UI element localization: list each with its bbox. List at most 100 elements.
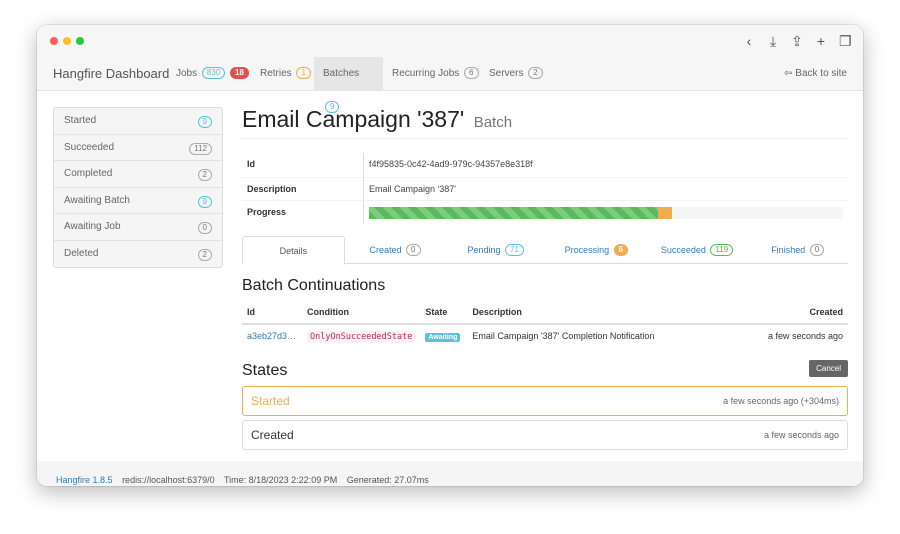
nav-jobs[interactable]: Jobs 830 18 — [167, 57, 258, 91]
title-bar: ‹ ⤓ ⇪ + ❐ — [37, 25, 863, 57]
tab-created[interactable]: Created 0 — [345, 236, 446, 263]
sidebar-item-label: Deleted — [64, 247, 99, 259]
sidebar-count-badge: 2 — [197, 248, 212, 261]
sidebar-item-deleted[interactable]: Deleted 2 — [54, 241, 222, 268]
tab-label: Succeeded — [660, 244, 706, 255]
generated-time: Generated: 27.07ms — [346, 475, 429, 485]
close-window-button[interactable] — [50, 37, 58, 45]
cancel-button[interactable]: Cancel — [809, 359, 848, 377]
progress-cell — [363, 201, 848, 224]
property-row: Progress — [242, 200, 848, 224]
column-header: Id — [242, 300, 302, 325]
sign-out-icon: ⇦ — [784, 68, 793, 79]
table-header-row: Id Condition State Description Created — [242, 300, 848, 325]
servers-count-badge: 2 — [528, 67, 543, 79]
states-heading: States — [242, 361, 288, 379]
continuation-created: a few seconds ago — [767, 331, 843, 341]
zoom-window-button[interactable] — [76, 37, 84, 45]
batch-properties: Id f4f95835-0c42-4ad9-979c-94357e8e318f … — [242, 153, 848, 224]
nav-recurring-jobs[interactable]: Recurring Jobs 6 — [383, 57, 488, 91]
state-time: a few seconds ago — [763, 429, 839, 440]
back-to-site-label: Back to site — [795, 68, 847, 79]
back-to-site-link[interactable]: ⇦ Back to site — [784, 57, 847, 91]
storage-info: redis://localhost:6379/0 — [122, 475, 215, 485]
sidebar-item-label: Started — [64, 115, 97, 126]
nav-batches[interactable]: Batches 9 — [314, 57, 383, 113]
batch-subtitle: Batch — [473, 114, 513, 131]
sidebar-count-badge: 2 — [197, 169, 212, 181]
property-key: Id — [247, 159, 255, 169]
recurring-count-badge: 6 — [464, 67, 479, 79]
state-name: Started — [251, 393, 290, 408]
jobs-count-badge: 830 — [201, 67, 226, 79]
state-card-created: Created a few seconds ago — [242, 419, 848, 450]
nav-retries[interactable]: Retries 1 — [251, 57, 320, 91]
tab-pending[interactable]: Pending 71 — [445, 236, 546, 263]
batch-state-sidebar: Started 9 Succeeded 112 Completed 2 Awai… — [53, 107, 223, 268]
sidebar-count-badge: 9 — [197, 116, 212, 128]
sidebar-item-label: Awaiting Job — [64, 221, 121, 232]
state-card-started: Started a few seconds ago (+304ms) — [242, 385, 848, 416]
property-key: Progress — [247, 207, 287, 217]
tab-details[interactable]: Details — [242, 235, 345, 265]
sidebar-item-label: Completed — [64, 168, 113, 179]
progress-bar — [369, 207, 843, 219]
tab-processing[interactable]: Processing 6 — [546, 236, 647, 263]
progress-succeeded-segment — [369, 207, 658, 219]
nav-servers-label: Servers — [489, 68, 524, 79]
back-arrow-icon[interactable]: ‹ — [743, 32, 755, 50]
sidebar-count-badge: 9 — [197, 195, 212, 208]
sidebar-item-completed[interactable]: Completed 2 — [54, 161, 222, 188]
tab-label: Pending — [467, 244, 501, 255]
tab-count-badge: 71 — [505, 243, 524, 256]
nav-servers[interactable]: Servers 2 — [480, 57, 552, 91]
tab-count-badge: 6 — [613, 243, 629, 256]
batch-id-value: f4f95835-0c42-4ad9-979c-94357e8e318f — [363, 153, 848, 177]
batch-title: Email Campaign '387' — [242, 106, 465, 132]
sidebar-item-succeeded[interactable]: Succeeded 112 — [54, 135, 222, 161]
tab-finished[interactable]: Finished 0 — [747, 236, 848, 263]
property-key: Description — [247, 183, 297, 194]
server-time: Time: 8/18/2023 2:22:09 PM — [223, 475, 338, 485]
continuations-table: Id Condition State Description Created a… — [242, 300, 848, 348]
minimize-window-button[interactable] — [63, 37, 71, 45]
sidebar-count-badge: 0 — [197, 222, 212, 234]
tabs-overview-icon[interactable]: ❐ — [839, 32, 852, 50]
property-row: Id f4f95835-0c42-4ad9-979c-94357e8e318f — [242, 153, 848, 177]
sidebar-item-awaiting-batch[interactable]: Awaiting Batch 9 — [54, 188, 222, 214]
continuation-id-link[interactable]: a3eb27d3… — [247, 331, 296, 341]
column-header: Created — [731, 300, 848, 325]
tab-label: Processing — [564, 244, 610, 255]
column-header: Condition — [302, 300, 421, 325]
version-link[interactable]: Hangfire 1.8.5 — [56, 475, 113, 485]
column-header: Description — [467, 300, 732, 325]
state-name: Created — [251, 427, 294, 442]
new-tab-icon[interactable]: + — [815, 32, 827, 50]
batch-description-value: Email Campaign '387' — [363, 177, 848, 200]
footer: Hangfire 1.8.5 redis://localhost:6379/0 … — [37, 461, 863, 486]
nav-jobs-label: Jobs — [176, 68, 198, 79]
share-icon[interactable]: ⇪ — [791, 32, 803, 50]
brand[interactable]: Hangfire Dashboard — [53, 66, 169, 81]
property-row: Description Email Campaign '387' — [242, 176, 848, 200]
sidebar-item-awaiting-job[interactable]: Awaiting Job 0 — [54, 214, 222, 241]
continuations-heading: Batch Continuations — [242, 276, 386, 294]
tab-count-badge: 119 — [710, 243, 734, 256]
nav-recurring-label: Recurring Jobs — [392, 68, 460, 79]
tab-succeeded[interactable]: Succeeded 119 — [647, 236, 748, 263]
page-title: Email Campaign '387' Batch — [242, 106, 848, 139]
download-icon[interactable]: ⤓ — [767, 32, 779, 50]
sidebar-count-badge: 112 — [189, 142, 212, 155]
state-time: a few seconds ago (+304ms) — [723, 395, 839, 406]
top-navbar: Hangfire Dashboard Jobs 830 18 Retries 1… — [37, 57, 863, 113]
states-header: States Cancel — [242, 359, 848, 382]
continuation-description: Email Campaign '387' Completion Notifica… — [472, 331, 655, 341]
browser-window: ‹ ⤓ ⇪ + ❐ Hangfire Dashboard Jobs 830 18… — [37, 25, 863, 486]
sidebar-item-label: Awaiting Batch — [64, 194, 130, 206]
batch-tabs: Details Created 0 Pending 71 Processing … — [242, 235, 848, 265]
jobs-failed-badge: 18 — [230, 67, 249, 79]
tab-label: Finished — [771, 244, 806, 255]
tab-count-badge: 0 — [809, 243, 825, 256]
tab-count-badge: 0 — [406, 243, 421, 256]
sidebar-item-started[interactable]: Started 9 — [54, 108, 222, 135]
